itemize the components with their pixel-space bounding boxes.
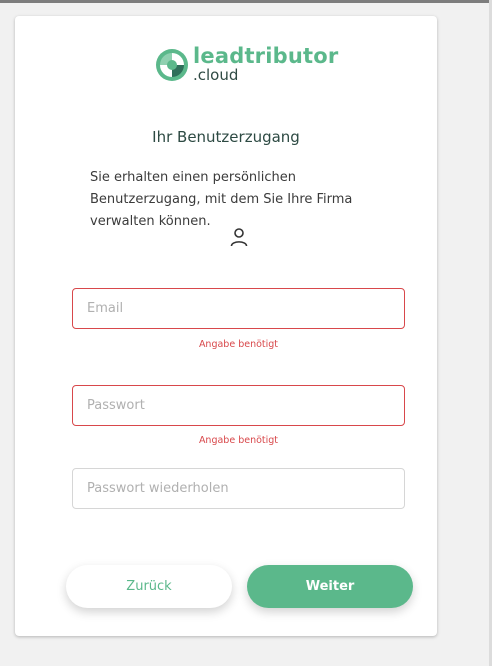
password-repeat-field[interactable] (72, 468, 405, 509)
back-button[interactable]: Zurück (66, 565, 232, 608)
password-input[interactable] (73, 386, 404, 425)
password-field[interactable] (72, 385, 405, 426)
next-button[interactable]: Weiter (247, 565, 413, 608)
email-error-message: Angabe benötigt (198, 339, 279, 350)
email-input[interactable] (73, 289, 404, 328)
brand-logo: leadtributor .cloud (155, 44, 355, 88)
leadtributor-logo-icon (156, 49, 188, 81)
user-icon (230, 228, 248, 247)
email-field[interactable] (72, 288, 405, 329)
password-error-message: Angabe benötigt (198, 435, 279, 446)
signup-card: leadtributor .cloud Ihr Benutzerzugang S… (15, 16, 437, 636)
brand-suffix: .cloud (193, 66, 239, 84)
description-text: Sie erhalten einen persönlichen Benutzer… (90, 170, 353, 229)
brand-name: leadtributor (193, 44, 339, 68)
page-title: Ihr Benutzerzugang (152, 128, 300, 146)
password-repeat-input[interactable] (73, 469, 404, 508)
top-border (0, 0, 492, 3)
